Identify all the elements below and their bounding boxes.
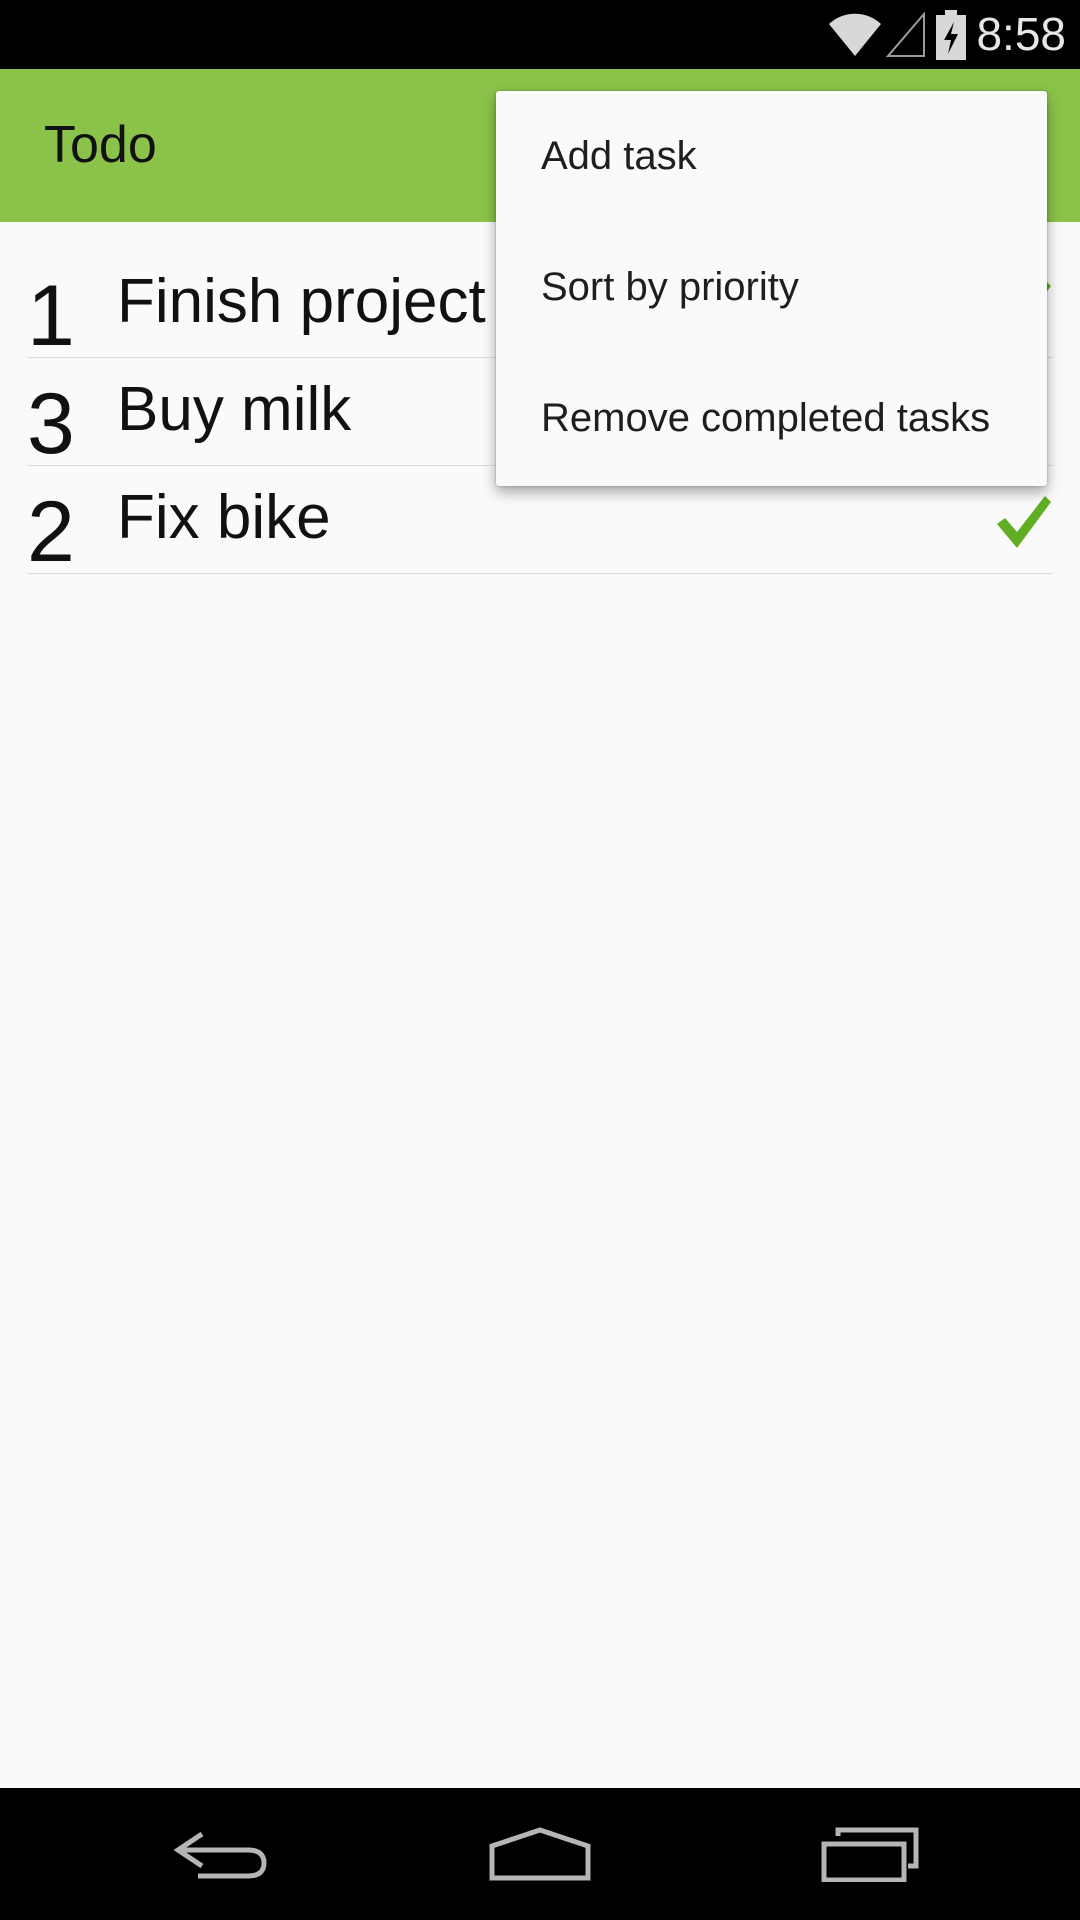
wifi-icon: [829, 13, 882, 56]
home-icon: [489, 1827, 591, 1881]
task-priority: 1: [27, 268, 75, 364]
back-icon: [173, 1831, 267, 1879]
status-bar: 8:58: [0, 0, 1080, 69]
checkmark-icon[interactable]: [993, 492, 1053, 554]
task-name: Fix bike: [117, 483, 331, 552]
task-name: Finish project: [117, 267, 486, 336]
menu-item-add-task[interactable]: Add task: [496, 91, 1047, 222]
task-priority: 2: [27, 484, 75, 580]
battery-charging-icon: [936, 9, 967, 60]
recents-icon: [821, 1827, 919, 1882]
app-title: Todo: [44, 116, 157, 174]
recents-button[interactable]: [800, 1788, 940, 1920]
navigation-bar: [0, 1788, 1080, 1920]
home-button[interactable]: [470, 1788, 610, 1920]
back-button[interactable]: [150, 1788, 290, 1920]
menu-item-remove-completed[interactable]: Remove completed tasks: [496, 353, 1047, 484]
status-time: 8:58: [976, 8, 1066, 60]
menu-item-sort-by-priority[interactable]: Sort by priority: [496, 222, 1047, 353]
status-icons: 8:58: [828, 0, 1066, 69]
screen: 8:58 Todo 1 Finish project 3 Buy milk 2 …: [0, 0, 1080, 1920]
overflow-menu: Add task Sort by priority Remove complet…: [496, 91, 1047, 486]
cell-signal-icon: [886, 11, 926, 57]
task-name: Buy milk: [117, 375, 352, 444]
task-priority: 3: [27, 376, 75, 472]
